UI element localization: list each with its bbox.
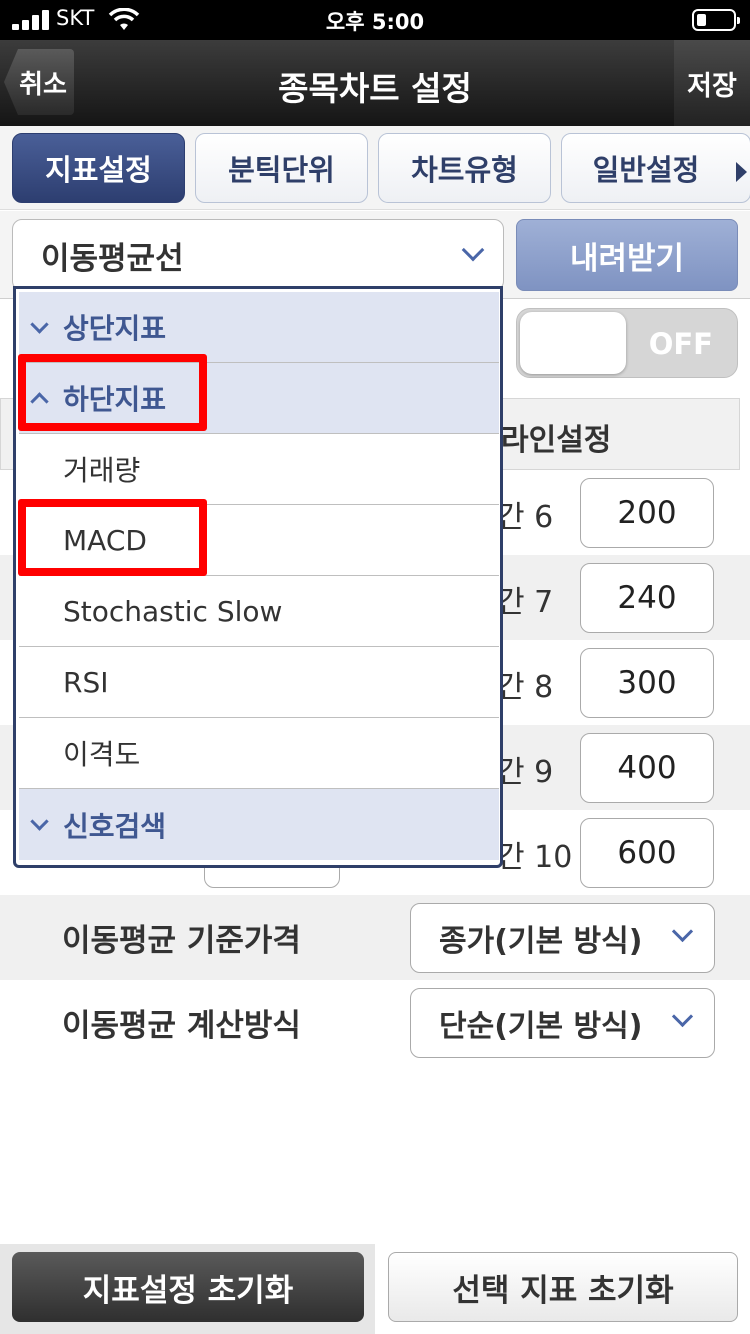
tab-indicator-settings[interactable]: 지표설정 [12, 133, 185, 203]
save-button[interactable]: 저장 [674, 40, 750, 126]
scroll-right-icon[interactable] [736, 162, 747, 182]
dropdown-section-signal[interactable]: 신호검색 [19, 789, 499, 860]
ma-price-basis-select[interactable]: 종가(기본 방식) [410, 903, 715, 973]
period-input[interactable]: 400 [580, 733, 714, 803]
toggle-state-label: OFF [648, 327, 713, 361]
download-button[interactable]: 내려받기 [516, 219, 738, 291]
clock: 오후 5:00 [325, 10, 425, 34]
status-bar: SKT 오후 5:00 [0, 0, 750, 40]
period-label: 간 7 [497, 585, 554, 620]
period-label: 간 10 [497, 840, 573, 875]
tab-general-settings[interactable]: 일반설정 [561, 133, 750, 203]
period-input[interactable]: 600 [580, 818, 714, 888]
dropdown-item-disparity[interactable]: 이격도 [19, 718, 499, 789]
chevron-down-icon [30, 812, 49, 831]
dropdown-item-volume[interactable]: 거래량 [19, 434, 499, 505]
ma-calc-method-label: 이동평균 계산방식 [62, 1008, 301, 1044]
ma-price-basis-label: 이동평균 기준가격 [62, 923, 301, 959]
reset-all-indicators-button[interactable]: 지표설정 초기화 [12, 1252, 364, 1322]
nav-bar: 취소 종목차트 설정 저장 [0, 40, 750, 126]
period-input[interactable]: 300 [580, 648, 714, 718]
dropdown-item-stochastic-slow[interactable]: Stochastic Slow [19, 576, 499, 647]
chevron-down-icon [30, 315, 49, 334]
period-label: 간 6 [497, 500, 554, 535]
dropdown-section-label: 상단지표 [63, 312, 167, 345]
dropdown-item-rsi[interactable]: RSI [19, 647, 499, 718]
dropdown-section-upper[interactable]: 상단지표 [19, 292, 499, 363]
indicator-select-value: 이동평균선 [41, 240, 184, 277]
tab-bar: 지표설정 분틱단위 차트유형 일반설정 [0, 126, 750, 210]
dropdown-section-label: 신호검색 [63, 809, 167, 843]
highlight-box [18, 354, 207, 431]
chevron-down-icon [671, 1005, 694, 1028]
battery-icon [692, 9, 740, 31]
highlight-box [18, 499, 207, 576]
ma-price-basis-row: 이동평균 기준가격 종가(기본 방식) [0, 895, 750, 980]
line-setting-title: 라인설정 [501, 423, 612, 458]
chevron-down-icon [461, 238, 485, 262]
period-input[interactable]: 240 [580, 563, 714, 633]
page-title: 종목차트 설정 [278, 69, 472, 108]
toggle-knob[interactable] [520, 312, 626, 374]
tab-general-settings-label: 일반설정 [592, 153, 700, 187]
indicator-select[interactable]: 이동평균선 [12, 219, 504, 291]
ma-calc-method-row: 이동평균 계산방식 단순(기본 방식) [0, 980, 750, 1065]
period-input[interactable]: 200 [580, 478, 714, 548]
tab-tick-unit[interactable]: 분틱단위 [195, 133, 368, 203]
ma-calc-method-value: 단순(기본 방식) [439, 1009, 643, 1044]
period-label: 간 9 [497, 755, 554, 790]
period-label: 간 8 [497, 670, 554, 705]
indicator-toggle[interactable]: OFF [516, 308, 738, 378]
tab-chart-type[interactable]: 차트유형 [378, 133, 551, 203]
ma-calc-method-select[interactable]: 단순(기본 방식) [410, 988, 715, 1058]
reset-selected-indicator-button[interactable]: 선택 지표 초기화 [388, 1252, 738, 1322]
chevron-down-icon [671, 920, 694, 943]
ma-price-basis-value: 종가(기본 방식) [439, 924, 643, 959]
